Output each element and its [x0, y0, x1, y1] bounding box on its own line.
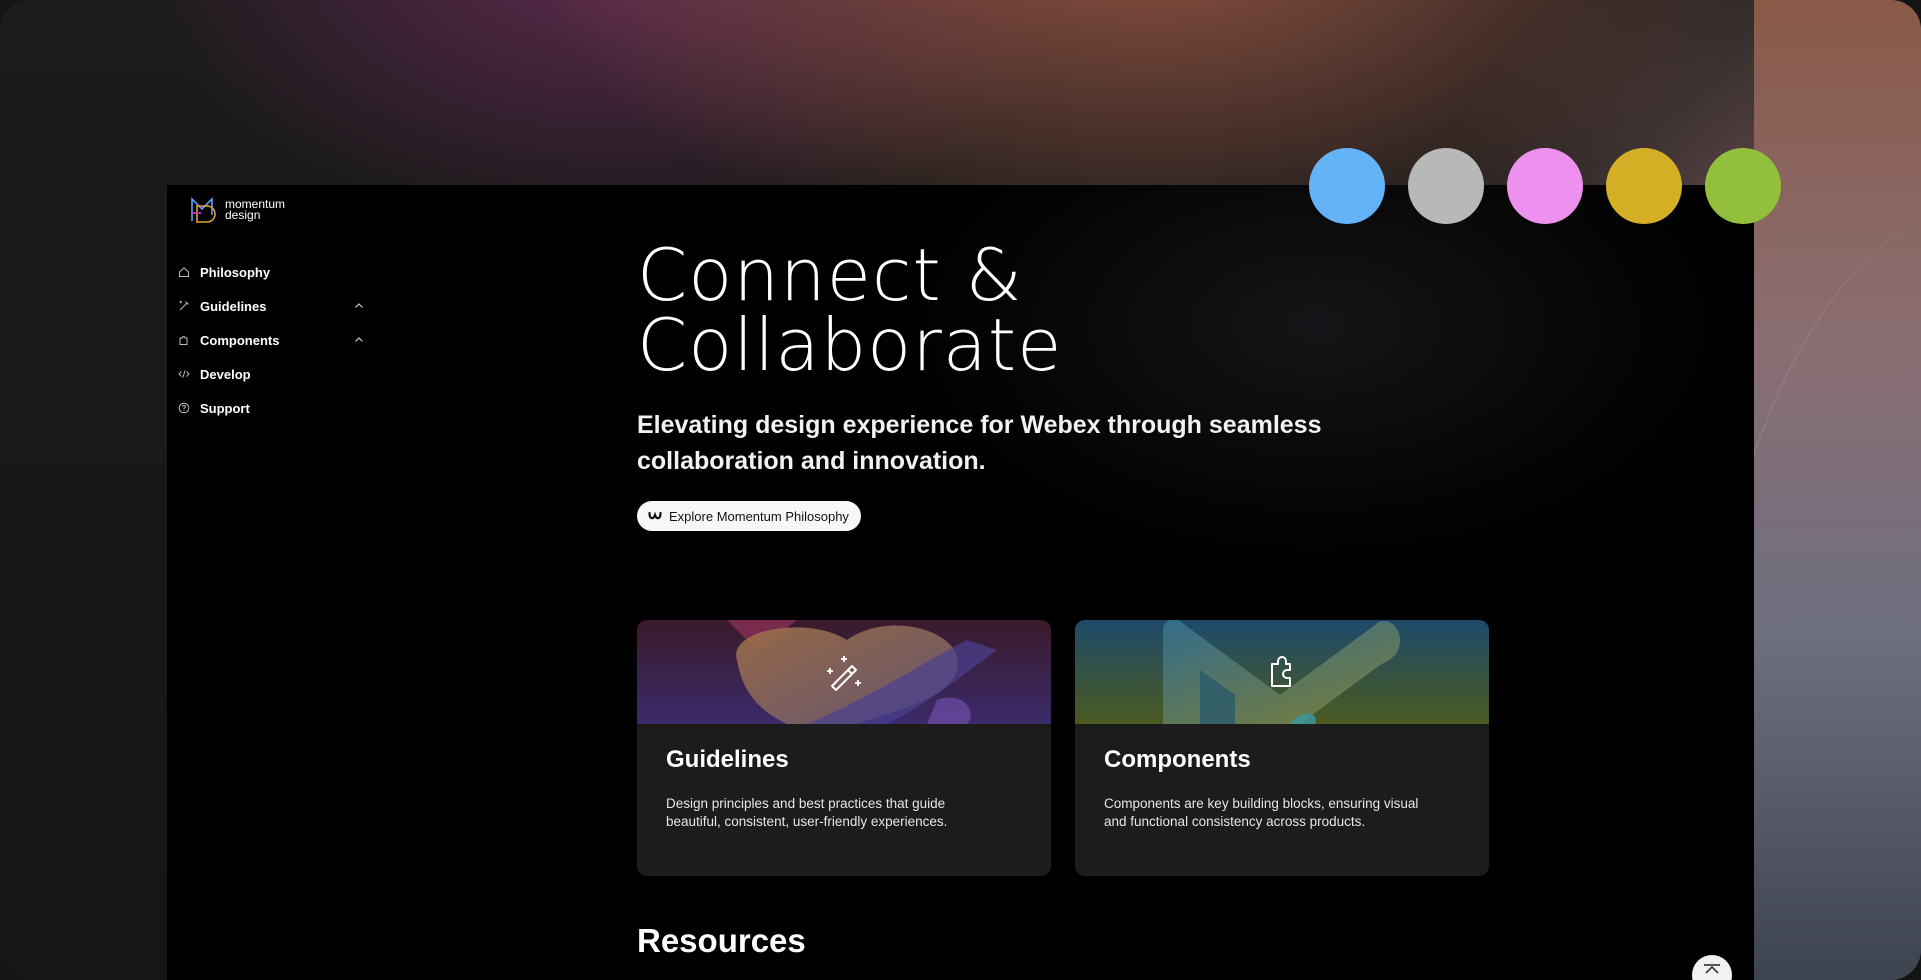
sidebar-item-philosophy[interactable]: Philosophy: [177, 255, 367, 289]
webex-logo-icon: [648, 511, 662, 520]
arrow-up-icon: [1704, 964, 1720, 974]
sidebar-item-label: Guidelines: [200, 298, 267, 314]
sidebar-item-label: Components: [200, 332, 280, 348]
color-swatch-gold[interactable]: [1606, 148, 1682, 224]
color-swatch-green[interactable]: [1705, 148, 1781, 224]
hero-title: Connect & Collaborate: [637, 233, 1337, 387]
color-swatch-blue[interactable]: [1309, 148, 1385, 224]
brand-name: momentum design: [225, 198, 285, 222]
guidelines-card-banner: [637, 620, 1051, 724]
components-card-description: Components are key building blocks, ensu…: [1104, 796, 1419, 829]
brand-name-line2: design: [225, 208, 261, 222]
hero-title-line1: Connect &: [637, 233, 1023, 317]
hero-subtitle-line2: collaboration and innovation.: [637, 447, 986, 475]
puzzle-icon: [177, 333, 191, 347]
color-swatch-pink[interactable]: [1507, 148, 1583, 224]
pen-icon: [177, 299, 191, 313]
home-icon: [177, 265, 191, 279]
explore-philosophy-label: Explore Momentum Philosophy: [669, 508, 849, 524]
browser-frame: momentum design Philosophy Guidelines Co…: [0, 0, 1921, 980]
color-swatch-gray[interactable]: [1408, 148, 1484, 224]
sidebar-item-support[interactable]: Support: [177, 391, 367, 425]
app-window: momentum design Philosophy Guidelines Co…: [167, 185, 1754, 980]
sidebar-nav: Philosophy Guidelines Components Develop…: [177, 255, 367, 425]
guidelines-card-title: Guidelines: [666, 746, 789, 773]
components-card-banner: [1075, 620, 1489, 724]
components-card[interactable]: Components Components are key building b…: [1075, 620, 1489, 876]
sidebar-item-label: Philosophy: [200, 264, 271, 280]
code-icon: [177, 367, 191, 381]
sidebar-item-label: Support: [200, 400, 250, 416]
hero-subtitle: Elevating design experience for Webex th…: [637, 407, 1357, 479]
explore-philosophy-button[interactable]: Explore Momentum Philosophy: [637, 501, 861, 531]
chevron-up-icon[interactable]: [353, 300, 365, 312]
sidebar-item-components[interactable]: Components: [177, 323, 367, 357]
sidebar-item-label: Develop: [200, 366, 251, 382]
momentum-logo-icon: [191, 197, 216, 223]
sidebar-item-guidelines[interactable]: Guidelines: [177, 289, 367, 323]
hero-subtitle-line1: Elevating design experience for Webex th…: [637, 411, 1322, 439]
resources-heading: Resources: [637, 922, 806, 959]
chevron-up-icon[interactable]: [353, 334, 365, 346]
magic-wand-icon: [827, 656, 861, 691]
help-icon: [177, 401, 191, 415]
guidelines-card[interactable]: Guidelines Design principles and best pr…: [637, 620, 1051, 876]
puzzle-icon: [1271, 656, 1291, 687]
brand-logo[interactable]: momentum design: [189, 195, 285, 225]
guidelines-card-description: Design principles and best practices tha…: [666, 796, 948, 829]
hero-title-line2: Collaborate: [637, 303, 1063, 387]
sidebar-item-develop[interactable]: Develop: [177, 357, 367, 391]
components-card-title: Components: [1104, 746, 1251, 773]
